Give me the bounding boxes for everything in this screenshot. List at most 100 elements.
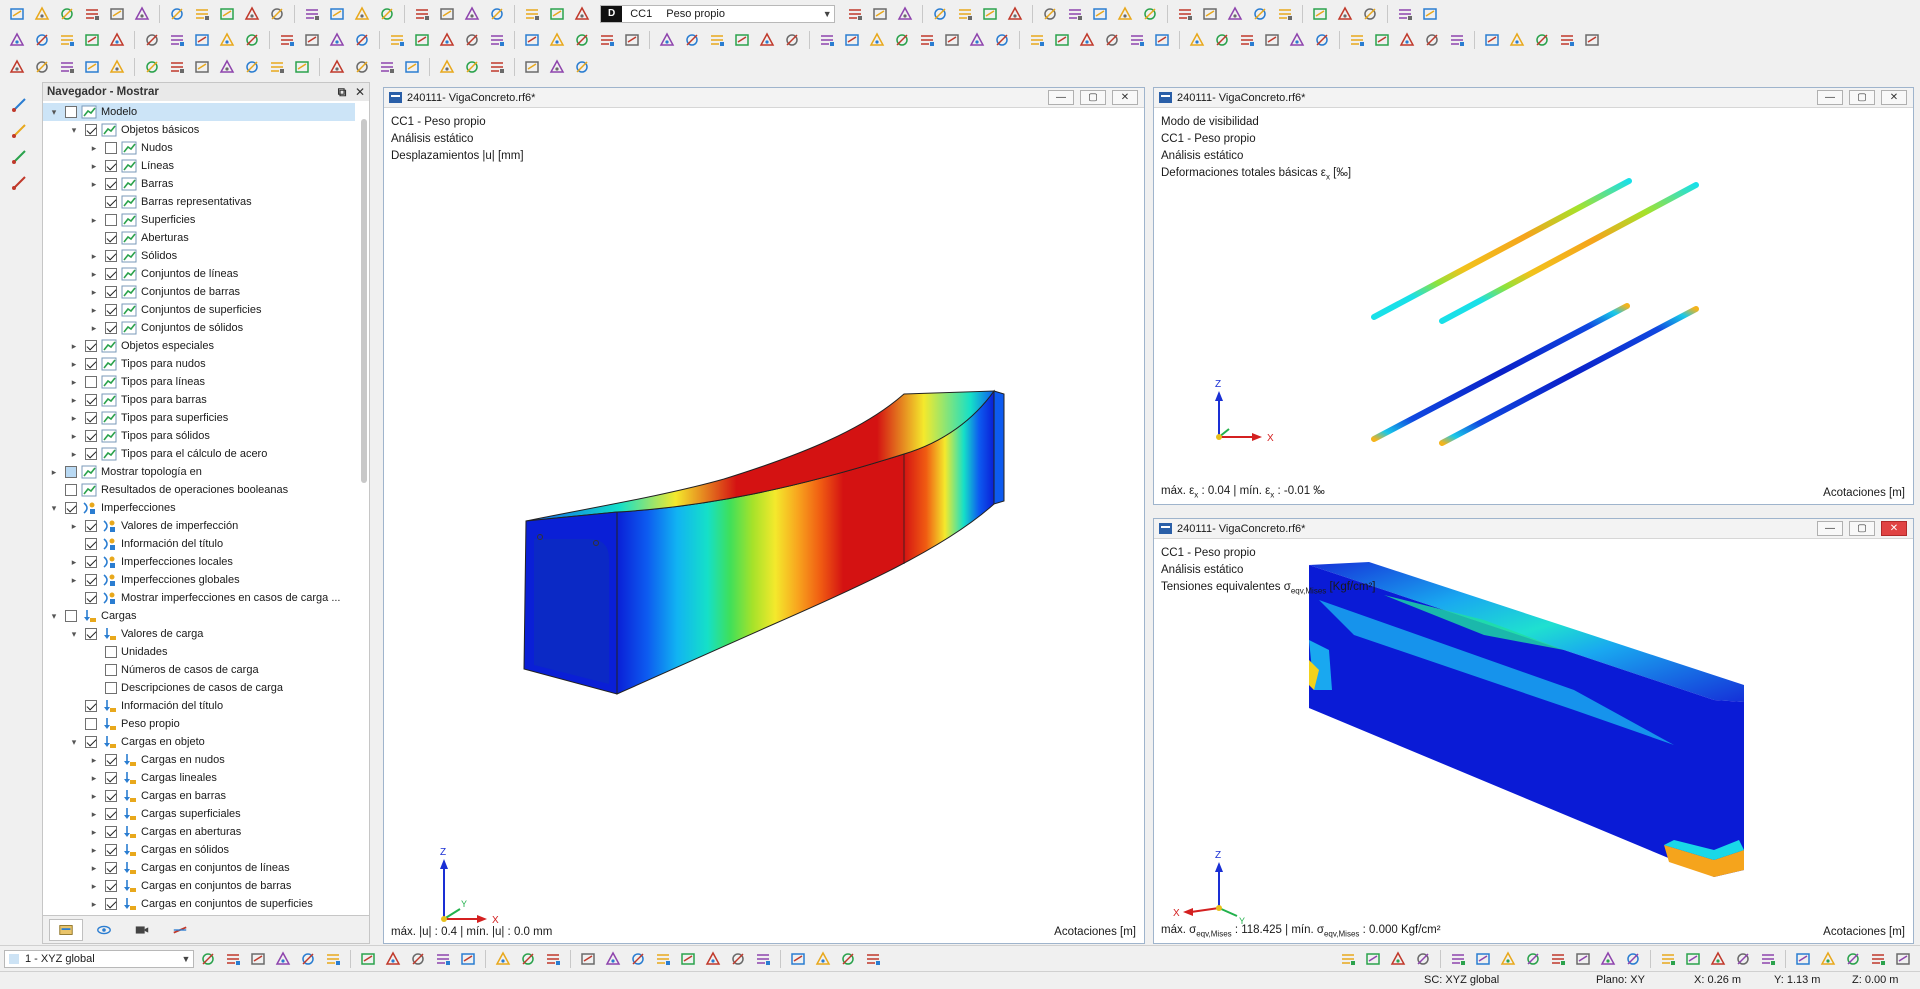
expand-icon[interactable]: ▸ — [67, 575, 81, 586]
save-icon[interactable] — [81, 57, 103, 77]
node-icon[interactable] — [322, 949, 344, 969]
tree-item-checkbox[interactable] — [105, 862, 117, 874]
save-icon[interactable] — [517, 949, 539, 969]
result-icon[interactable] — [706, 30, 728, 50]
tree-item-checkbox[interactable] — [105, 160, 117, 172]
navigator-scrollbar[interactable] — [361, 119, 367, 483]
maximize-button[interactable]: ▢ — [1849, 521, 1875, 536]
filter-icon[interactable] — [351, 57, 373, 77]
solid-icon[interactable] — [461, 30, 483, 50]
new-file-icon[interactable] — [546, 4, 568, 24]
tree-item-checkbox[interactable] — [105, 214, 117, 226]
window-titlebar[interactable]: 240111- VigaConcreto.rf6* — ▢ ✕ — [1154, 519, 1913, 539]
redo-icon[interactable] — [1186, 30, 1208, 50]
tree-item-checkbox[interactable] — [105, 664, 117, 676]
close-icon[interactable]: ✕ — [351, 85, 369, 99]
save-icon[interactable] — [407, 949, 429, 969]
member-icon[interactable] — [869, 4, 891, 24]
filter-icon[interactable] — [357, 949, 379, 969]
close-button[interactable]: ✕ — [1881, 90, 1907, 105]
tree-item[interactable]: ▸ Sólidos — [43, 247, 355, 265]
select-icon[interactable] — [382, 949, 404, 969]
tree-item[interactable]: ▾ Valores de carga — [43, 625, 355, 643]
hinge-icon[interactable] — [376, 4, 398, 24]
result-icon[interactable] — [1446, 30, 1468, 50]
save-icon[interactable] — [727, 949, 749, 969]
redo-icon[interactable] — [106, 30, 128, 50]
solid-icon[interactable] — [1101, 30, 1123, 50]
filter-icon[interactable] — [571, 57, 593, 77]
view-icon[interactable] — [1334, 4, 1356, 24]
hinge-icon[interactable] — [1792, 949, 1814, 969]
tree-item[interactable]: ▸ Tipos para barras — [43, 391, 355, 409]
expand-icon[interactable]: ▸ — [67, 341, 81, 352]
tree-item[interactable]: ▾ Objetos básicos — [43, 121, 355, 139]
zoom-icon[interactable] — [1039, 4, 1061, 24]
filter-icon[interactable] — [461, 57, 483, 77]
redo-icon[interactable] — [1076, 30, 1098, 50]
collapse-icon[interactable]: ▾ — [67, 737, 81, 748]
tab-results[interactable] — [163, 919, 197, 941]
result-icon[interactable] — [1236, 30, 1258, 50]
layer-icon[interactable] — [1371, 30, 1393, 50]
window-titlebar[interactable]: 240111- VigaConcreto.rf6* — ▢ ✕ — [384, 88, 1144, 108]
new-file-icon[interactable] — [1412, 949, 1434, 969]
zoom-icon[interactable] — [1249, 4, 1271, 24]
expand-icon[interactable]: ▸ — [87, 305, 101, 316]
result-icon[interactable] — [276, 30, 298, 50]
solid-icon[interactable] — [31, 30, 53, 50]
table-icon[interactable] — [1547, 949, 1569, 969]
member-icon[interactable] — [1309, 4, 1331, 24]
redo-icon[interactable] — [1396, 30, 1418, 50]
expand-icon[interactable]: ▸ — [67, 521, 81, 532]
select-icon[interactable] — [602, 949, 624, 969]
filter-icon[interactable] — [787, 949, 809, 969]
collapse-icon[interactable]: ▾ — [47, 503, 61, 514]
node-icon[interactable] — [326, 57, 348, 77]
node-tool-icon[interactable] — [8, 95, 30, 115]
result-icon[interactable] — [1026, 30, 1048, 50]
result-window-displacements[interactable]: 240111- VigaConcreto.rf6* — ▢ ✕ Z X Y CC… — [383, 87, 1145, 944]
tree-item[interactable]: Información del título — [43, 697, 355, 715]
member-icon[interactable] — [1089, 4, 1111, 24]
layer-icon[interactable] — [191, 30, 213, 50]
hinge-icon[interactable] — [486, 4, 508, 24]
tree-item[interactable]: ▾ Modelo — [43, 103, 355, 121]
select-icon[interactable] — [486, 57, 508, 77]
redo-icon[interactable] — [1506, 30, 1528, 50]
save-icon[interactable] — [197, 949, 219, 969]
table-icon[interactable] — [1447, 949, 1469, 969]
expand-icon[interactable]: ▸ — [87, 323, 101, 334]
hinge-icon[interactable] — [1572, 949, 1594, 969]
line-tool-icon[interactable] — [8, 121, 30, 141]
node-icon[interactable] — [752, 949, 774, 969]
redo-icon[interactable] — [436, 30, 458, 50]
save-icon[interactable] — [191, 57, 213, 77]
expand-icon[interactable]: ▸ — [67, 359, 81, 370]
tree-item[interactable]: ▸ Imperfecciones globales — [43, 571, 355, 589]
layer-icon[interactable] — [521, 30, 543, 50]
tree-item-checkbox[interactable] — [85, 628, 97, 640]
layer-icon[interactable] — [1581, 30, 1603, 50]
new-file-icon[interactable] — [216, 4, 238, 24]
new-file-icon[interactable] — [1732, 949, 1754, 969]
redo-icon[interactable] — [866, 30, 888, 50]
tree-item-checkbox[interactable] — [105, 772, 117, 784]
filter-icon[interactable] — [241, 57, 263, 77]
tree-item-checkbox[interactable] — [65, 466, 77, 478]
zoom-icon[interactable] — [1139, 4, 1161, 24]
member-icon[interactable] — [1199, 4, 1221, 24]
measure-icon[interactable] — [1707, 949, 1729, 969]
tree-item-checkbox[interactable] — [105, 196, 117, 208]
stress-viewport[interactable]: Z X Y — [1154, 540, 1913, 943]
measure-icon[interactable] — [1497, 949, 1519, 969]
node-icon[interactable] — [652, 949, 674, 969]
tree-item-checkbox[interactable] — [105, 304, 117, 316]
tree-item-checkbox[interactable] — [85, 376, 97, 388]
tree-item-checkbox[interactable] — [105, 250, 117, 262]
tree-item-checkbox[interactable] — [85, 538, 97, 550]
select-icon[interactable] — [376, 57, 398, 77]
redo-icon[interactable] — [546, 30, 568, 50]
solid-icon[interactable] — [1211, 30, 1233, 50]
tree-item[interactable]: ▸ Conjuntos de sólidos — [43, 319, 355, 337]
